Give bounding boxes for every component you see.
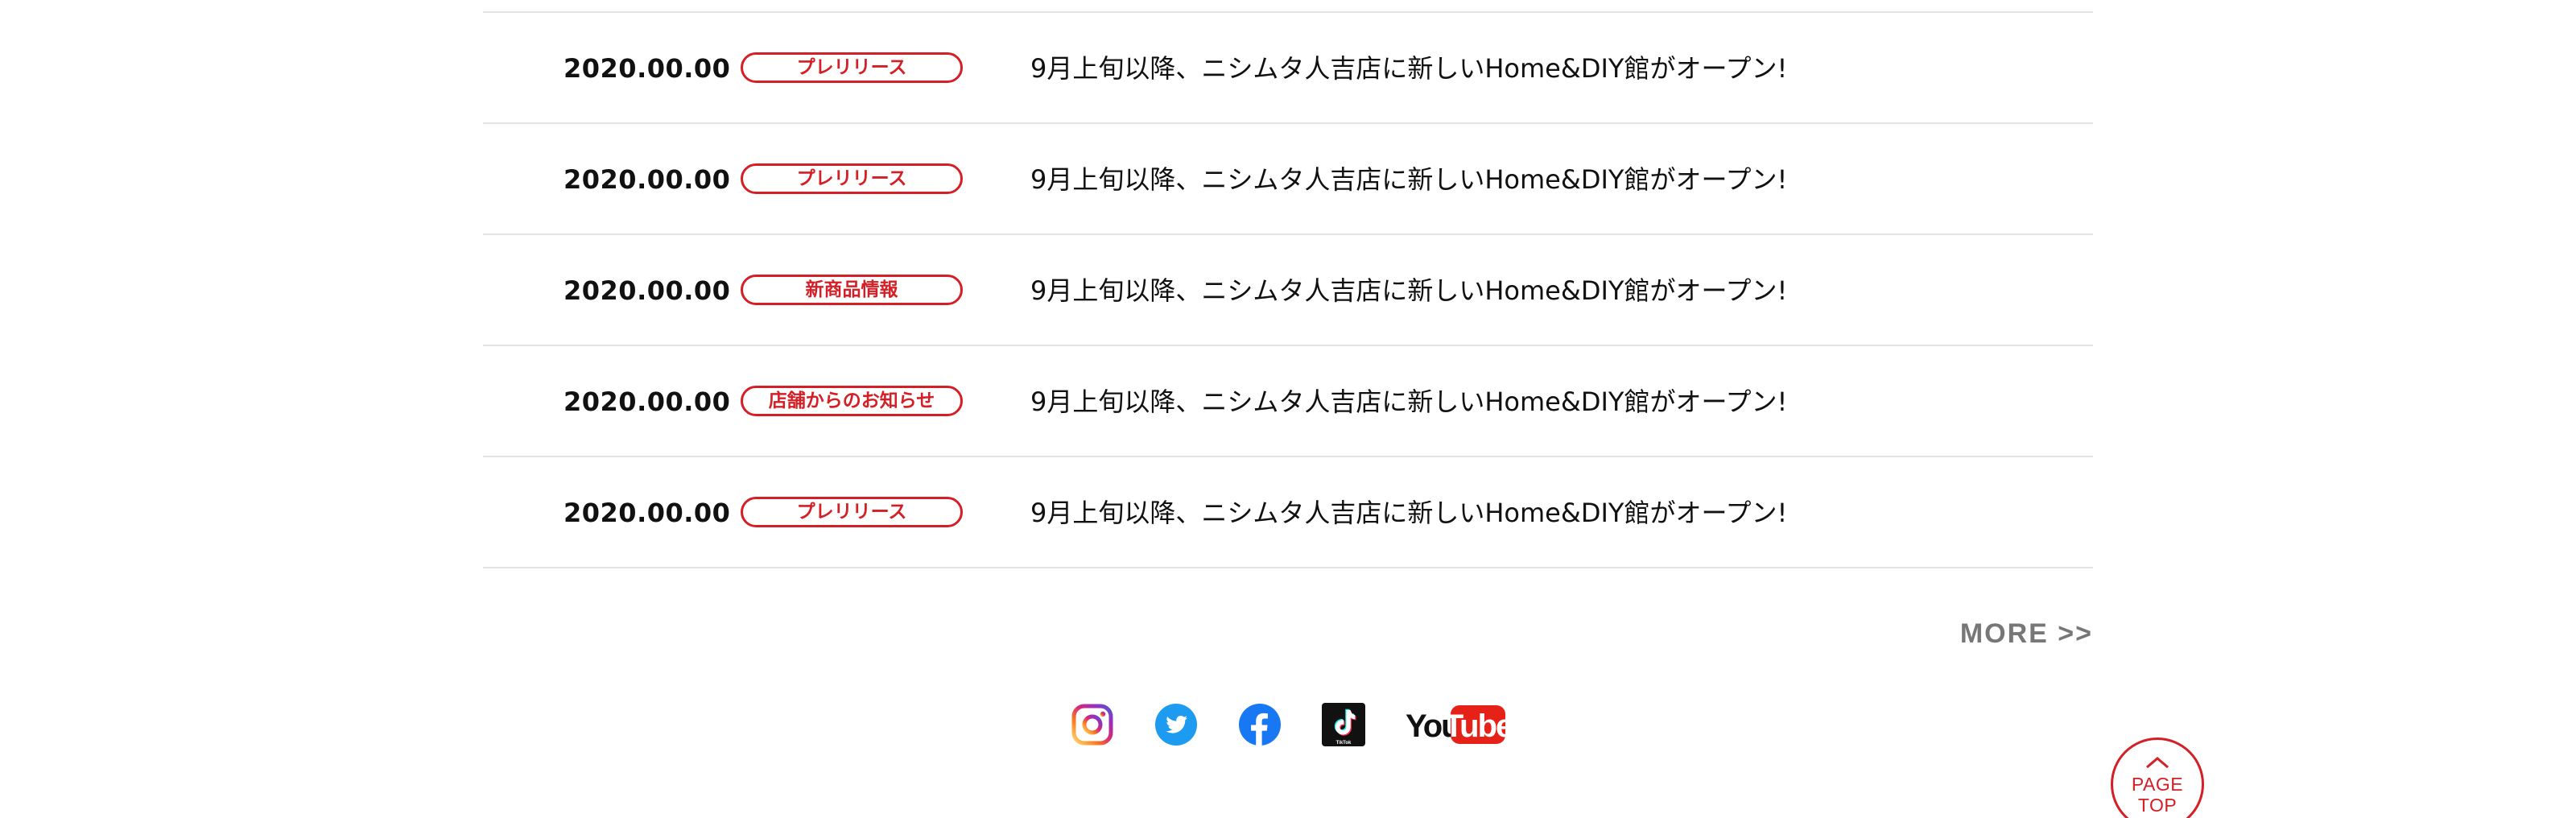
twitter-link[interactable] bbox=[1154, 703, 1198, 746]
news-row[interactable]: 2020.00.00 プレリリース 9月上旬以降、ニシムタ人吉店に新しいHome… bbox=[483, 13, 2093, 124]
page-top-label-line2: TOP bbox=[2137, 795, 2178, 816]
news-date: 2020.00.00 bbox=[564, 275, 731, 306]
news-category-tag: 店舗からのお知らせ bbox=[741, 386, 963, 416]
news-date: 2020.00.00 bbox=[564, 164, 731, 195]
youtube-icon: You Tube bbox=[1406, 705, 1505, 744]
news-category-tag: プレリリース bbox=[741, 497, 963, 527]
news-list: 2020.00.00 プレリリース 9月上旬以降、ニシムタ人吉店に新しいHome… bbox=[483, 11, 2093, 568]
news-row[interactable]: 2020.00.00 プレリリース 9月上旬以降、ニシムタ人吉店に新しいHome… bbox=[483, 457, 2093, 568]
instagram-link[interactable] bbox=[1071, 703, 1114, 746]
news-title[interactable]: 9月上旬以降、ニシムタ人吉店に新しいHome&DIY館がオープン! bbox=[1030, 346, 1787, 457]
news-date: 2020.00.00 bbox=[564, 53, 731, 84]
facebook-icon bbox=[1239, 704, 1281, 746]
chevron-up-icon bbox=[2146, 757, 2169, 769]
news-title[interactable]: 9月上旬以降、ニシムタ人吉店に新しいHome&DIY館がオープン! bbox=[1030, 235, 1787, 346]
news-date: 2020.00.00 bbox=[564, 386, 731, 417]
news-title[interactable]: 9月上旬以降、ニシムタ人吉店に新しいHome&DIY館がオープン! bbox=[1030, 457, 1787, 568]
instagram-icon bbox=[1071, 704, 1113, 746]
news-title[interactable]: 9月上旬以降、ニシムタ人吉店に新しいHome&DIY館がオープン! bbox=[1030, 124, 1787, 235]
tiktok-link[interactable]: TikTok bbox=[1322, 703, 1365, 746]
news-category-tag: プレリリース bbox=[741, 163, 963, 194]
youtube-link[interactable]: You Tube bbox=[1406, 703, 1505, 746]
news-category-tag: プレリリース bbox=[741, 52, 963, 83]
youtube-wordmark-tube: Tube bbox=[1444, 709, 1505, 744]
news-row[interactable]: 2020.00.00 新商品情報 9月上旬以降、ニシムタ人吉店に新しいHome&… bbox=[483, 235, 2093, 346]
news-date: 2020.00.00 bbox=[564, 498, 731, 528]
news-title[interactable]: 9月上旬以降、ニシムタ人吉店に新しいHome&DIY館がオープン! bbox=[1030, 13, 1787, 124]
tiktok-label: TikTok bbox=[1336, 741, 1352, 746]
twitter-icon bbox=[1155, 704, 1197, 746]
facebook-link[interactable] bbox=[1238, 703, 1282, 746]
page-top-button[interactable]: PAGE TOP bbox=[2111, 737, 2204, 818]
more-link[interactable]: MORE >> bbox=[1960, 614, 2093, 654]
tiktok-icon: TikTok bbox=[1322, 703, 1365, 746]
news-category-tag: 新商品情報 bbox=[741, 275, 963, 305]
page-top-label: PAGE TOP bbox=[2113, 774, 2202, 816]
news-row[interactable]: 2020.00.00 店舗からのお知らせ 9月上旬以降、ニシムタ人吉店に新しいH… bbox=[483, 346, 2093, 457]
news-row[interactable]: 2020.00.00 プレリリース 9月上旬以降、ニシムタ人吉店に新しいHome… bbox=[483, 124, 2093, 235]
page: 2020.00.00 プレリリース 9月上旬以降、ニシムタ人吉店に新しいHome… bbox=[0, 0, 2576, 818]
social-links: TikTok You Tube bbox=[1071, 702, 1505, 747]
page-top-label-line1: PAGE bbox=[2131, 774, 2184, 795]
